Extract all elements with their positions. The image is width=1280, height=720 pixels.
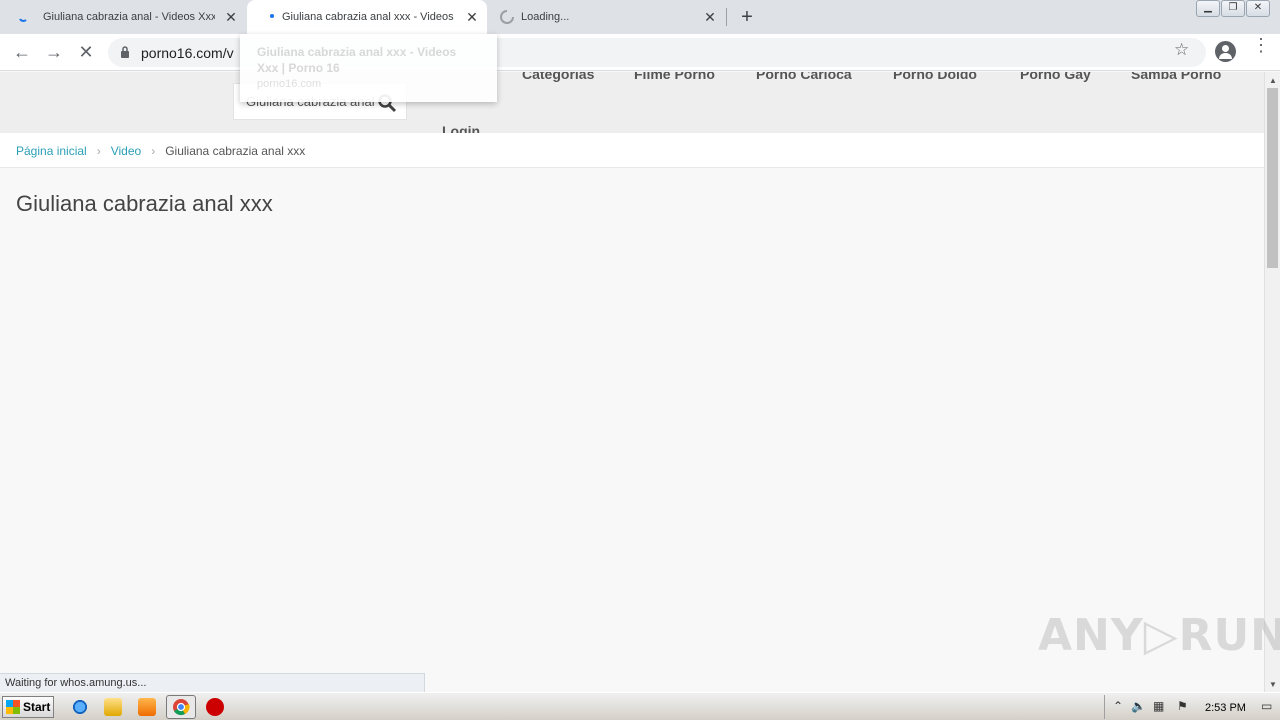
anyrun-watermark: ANY▷RUN xyxy=(1038,610,1280,661)
show-hidden-icons-icon[interactable]: ⌃ xyxy=(1113,699,1123,713)
browser-toolbar: ← → ✕ porno16.com/v ☆ ⋮ xyxy=(0,34,1280,71)
close-window-button[interactable]: ✕ xyxy=(1246,0,1270,17)
loading-spinner-icon xyxy=(19,18,27,22)
tab-giuliana-anal-xxx[interactable]: Giuliana cabrazia anal xxx - Videos Xxx … xyxy=(247,0,487,34)
tab-title: Loading... xyxy=(521,11,570,23)
nav-filme-porno[interactable]: Filme Porno xyxy=(634,72,715,82)
opera-icon[interactable] xyxy=(206,698,224,716)
profile-avatar-icon[interactable] xyxy=(1215,41,1236,62)
internet-explorer-icon[interactable] xyxy=(71,698,89,716)
nav-porno-carioca[interactable]: Porno Carioca xyxy=(756,72,852,82)
chevron-right-icon: › xyxy=(151,144,156,158)
file-explorer-icon[interactable] xyxy=(104,698,122,716)
breadcrumb: Página inicial › Video › Giuliana cabraz… xyxy=(16,144,305,158)
nav-samba-porno[interactable]: Samba Porno xyxy=(1131,72,1221,82)
restore-button[interactable]: ❐ xyxy=(1221,0,1245,17)
taskbar-clock[interactable]: 2:53 PM xyxy=(1205,702,1246,714)
network-icon[interactable]: ▦ xyxy=(1153,699,1164,713)
breadcrumb-bar: Página inicial › Video › Giuliana cabraz… xyxy=(0,133,1264,168)
window-controls: ▁ ❐ ✕ xyxy=(1195,0,1270,17)
volume-icon[interactable]: 🔈 xyxy=(1131,699,1146,713)
windows-taskbar: Start ⌃ 🔈 ▦ ⚑ ▭ 2:53 PM xyxy=(0,692,1280,720)
tab-hover-card: Giuliana cabrazia anal xxx - Videos Xxx … xyxy=(240,34,497,102)
tab-separator xyxy=(726,8,727,26)
chrome-taskbar-button[interactable] xyxy=(166,695,196,719)
breadcrumb-home[interactable]: Página inicial xyxy=(16,144,87,158)
scroll-up-icon[interactable]: ▲ xyxy=(1269,76,1277,85)
page-title: Giuliana cabrazia anal xxx xyxy=(16,191,273,216)
site-header: Categorias Filme Porno Porno Carioca Por… xyxy=(0,72,1264,139)
url-text: porno16.com/v xyxy=(141,45,234,61)
show-desktop-icon[interactable]: ▭ xyxy=(1261,699,1272,713)
tab-strip: Giuliana cabrazia anal - Videos Xxx | Po… xyxy=(0,0,1280,34)
media-player-icon[interactable] xyxy=(138,698,156,716)
forward-arrow-icon[interactable]: → xyxy=(42,40,66,64)
nav-porno-gay[interactable]: Porno Gay xyxy=(1020,72,1091,82)
breadcrumb-current: Giuliana cabrazia anal xxx xyxy=(165,144,306,158)
new-tab-button[interactable]: + xyxy=(736,6,758,28)
tooltip-title: Giuliana cabrazia anal xxx - Videos Xxx … xyxy=(257,45,457,75)
system-tray: ⌃ 🔈 ▦ ⚑ ▭ xyxy=(1104,695,1280,719)
back-arrow-icon[interactable]: ← xyxy=(10,40,34,64)
action-center-flag-icon[interactable]: ⚑ xyxy=(1177,699,1188,713)
windows-logo-icon xyxy=(6,700,20,714)
lock-icon xyxy=(121,46,129,58)
tab-title: Giuliana cabrazia anal - Videos Xxx | Po… xyxy=(43,11,215,23)
close-tab-icon[interactable]: ✕ xyxy=(703,10,717,24)
status-bubble: Waiting for whos.amung.us... xyxy=(0,673,425,692)
close-tab-icon[interactable]: ✕ xyxy=(465,10,479,24)
start-button[interactable]: Start xyxy=(2,696,54,718)
loading-spinner-icon xyxy=(500,10,514,24)
tooltip-domain: porno16.com xyxy=(257,78,322,90)
tab-giuliana-anal[interactable]: Giuliana cabrazia anal - Videos Xxx | Po… xyxy=(0,0,246,34)
scroll-thumb[interactable] xyxy=(1267,88,1278,268)
vertical-scrollbar[interactable]: ▲ ▼ xyxy=(1264,72,1280,692)
breadcrumb-video[interactable]: Video xyxy=(111,144,141,158)
scroll-down-icon[interactable]: ▼ xyxy=(1269,680,1277,689)
start-label: Start xyxy=(23,700,51,714)
loading-dot-icon xyxy=(270,14,274,18)
chrome-icon xyxy=(173,699,190,716)
chevron-right-icon: › xyxy=(96,144,101,158)
bookmark-star-icon[interactable]: ☆ xyxy=(1174,40,1189,60)
stop-loading-icon[interactable]: ✕ xyxy=(74,40,98,64)
nav-categorias[interactable]: Categorias xyxy=(522,72,594,82)
page-content: Categorias Filme Porno Porno Carioca Por… xyxy=(0,72,1264,692)
minimize-button[interactable]: ▁ xyxy=(1196,0,1220,17)
tab-title: Giuliana cabrazia anal xxx - Videos Xxx … xyxy=(282,11,456,23)
kebab-menu-icon[interactable]: ⋮ xyxy=(1252,36,1270,54)
nav-porno-doido[interactable]: Porno Doido xyxy=(893,72,977,82)
tab-loading[interactable]: Loading... ✕ xyxy=(487,0,725,34)
close-tab-icon[interactable]: ✕ xyxy=(224,10,238,24)
